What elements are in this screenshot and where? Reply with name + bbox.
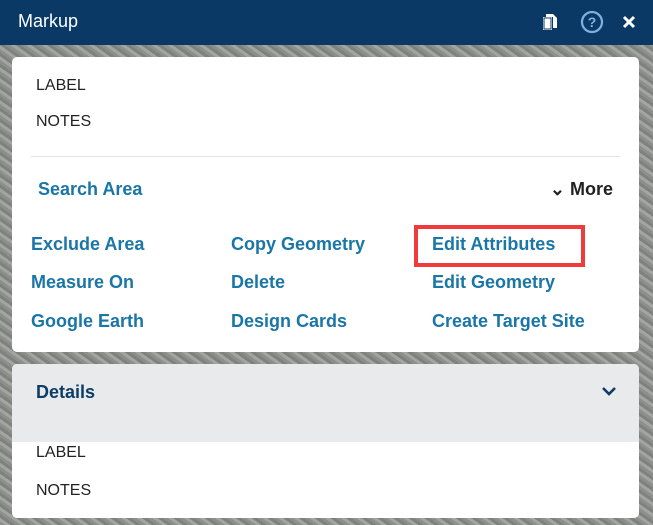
markup-panel: LABEL NOTES Search Area ⌄ More Exclude A… [12, 57, 639, 352]
details-panel: Details LABEL NOTES [12, 364, 639, 518]
divider [31, 156, 620, 157]
help-icon[interactable]: ? [579, 9, 605, 35]
more-toggle[interactable]: ⌄ More [550, 179, 613, 200]
measure-on-link[interactable]: Measure On [31, 272, 134, 293]
svg-text:?: ? [588, 14, 597, 30]
close-icon[interactable] [620, 9, 638, 35]
design-cards-link[interactable]: Design Cards [231, 311, 347, 332]
delete-link[interactable]: Delete [231, 272, 285, 293]
copy-icon[interactable] [541, 9, 559, 35]
copy-geometry-link[interactable]: Copy Geometry [231, 234, 365, 255]
details-title: Details [36, 382, 96, 402]
exclude-area-link[interactable]: Exclude Area [31, 234, 144, 255]
edit-geometry-link[interactable]: Edit Geometry [432, 272, 555, 293]
chevron-down-icon[interactable] [601, 384, 617, 402]
notes-field: NOTES [36, 113, 92, 130]
create-target-site-link[interactable]: Create Target Site [432, 311, 585, 332]
more-label: More [569, 179, 613, 199]
chevron-down-icon: ⌄ [549, 179, 565, 199]
notes-field: NOTES [36, 482, 92, 499]
label-field: LABEL [36, 444, 86, 461]
window-title: Markup [18, 11, 79, 31]
search-area-link[interactable]: Search Area [38, 179, 142, 200]
label-field: LABEL [36, 77, 86, 94]
google-earth-link[interactable]: Google Earth [31, 311, 144, 332]
details-header[interactable]: Details [12, 364, 639, 442]
highlight-box [414, 225, 585, 267]
window-header: Markup ? [0, 0, 653, 45]
